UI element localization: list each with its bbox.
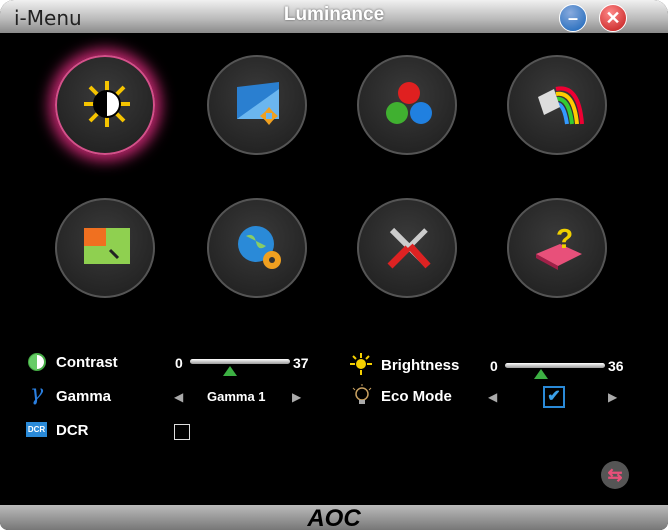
gamma-next-arrow[interactable]: ▶ <box>292 390 301 404</box>
brightness-slider-thumb[interactable] <box>534 369 548 379</box>
contrast-icon <box>28 353 46 371</box>
close-button[interactable]: ✕ <box>599 4 627 32</box>
image-setup-menu-button[interactable] <box>207 55 307 155</box>
footer-bar: AOC <box>0 505 668 530</box>
image-setup-icon <box>237 82 279 125</box>
tools-icon <box>387 227 431 269</box>
gamma-icon: γ <box>30 381 44 406</box>
gamma-prev-arrow[interactable]: ◀ <box>174 390 183 404</box>
factory-reset-menu-button[interactable] <box>357 198 457 298</box>
dcr-label: DCR <box>56 422 89 439</box>
dcr-checkbox[interactable] <box>174 424 190 440</box>
color-setup-icon <box>386 82 432 124</box>
contrast-label: Contrast <box>56 354 118 371</box>
contrast-slider-thumb[interactable] <box>223 366 237 376</box>
eco-prev-arrow[interactable]: ◀ <box>488 390 497 404</box>
luminance-icon <box>84 81 130 127</box>
eco-mode-checkbox[interactable]: ✔ <box>543 386 565 408</box>
brightness-label: Brightness <box>381 357 460 374</box>
minimize-button[interactable]: – <box>559 4 587 32</box>
brightness-icon <box>350 353 372 375</box>
color-setup-menu-button[interactable] <box>357 55 457 155</box>
picture-boost-menu-button[interactable] <box>507 55 607 155</box>
brightness-slider[interactable] <box>505 363 605 368</box>
extra-menu-button[interactable] <box>207 198 307 298</box>
gamma-label: Gamma <box>56 388 112 405</box>
eco-next-arrow[interactable]: ▶ <box>608 390 617 404</box>
exit-menu-button[interactable]: ? <box>507 198 607 298</box>
contrast-min: 0 <box>175 355 183 371</box>
eco-mode-label: Eco Mode <box>381 388 452 405</box>
brightness-min: 0 <box>490 358 498 374</box>
aoc-logo: AOC <box>307 505 361 530</box>
contrast-value: 37 <box>293 355 309 371</box>
eco-mode-icon <box>352 384 372 404</box>
osd-setup-icon <box>84 228 130 264</box>
picture-boost-icon <box>538 86 584 125</box>
brightness-value: 36 <box>608 358 624 374</box>
title-bar[interactable]: i-Menu Luminance – ✕ <box>0 0 668 33</box>
reset-icon[interactable]: ⇆ <box>601 461 629 489</box>
dcr-icon: DCR <box>26 422 47 437</box>
svg-text:?: ? <box>556 223 573 254</box>
extra-icon <box>238 226 281 269</box>
contrast-slider[interactable] <box>190 359 290 364</box>
gamma-value: Gamma 1 <box>207 389 266 404</box>
help-icon: ? <box>536 223 582 270</box>
imenu-window: i-Menu Luminance – ✕ ? Contrast 0 37 Bri… <box>0 0 668 530</box>
osd-setup-menu-button[interactable] <box>55 198 155 298</box>
luminance-menu-button[interactable] <box>55 55 155 155</box>
